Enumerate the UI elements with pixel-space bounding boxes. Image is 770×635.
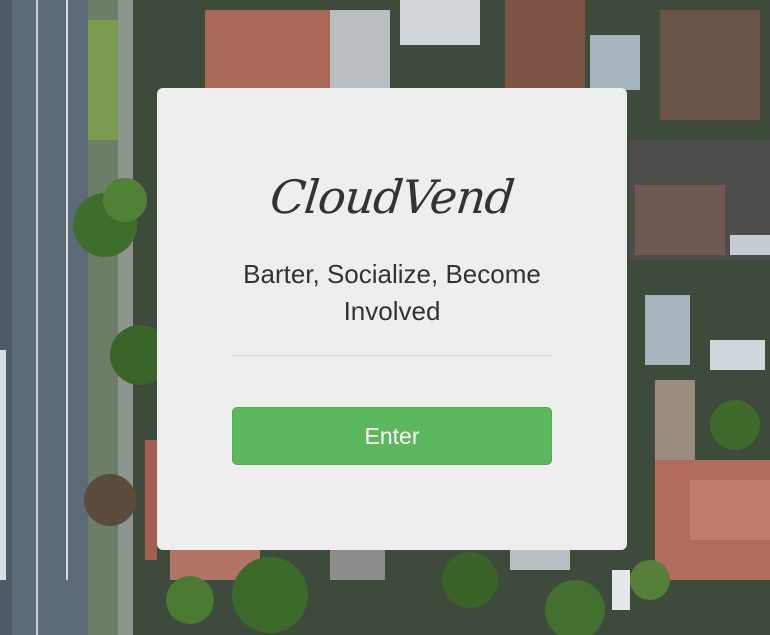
- tagline-text: Barter, Socialize, Become Involved: [243, 259, 541, 326]
- divider: [232, 355, 552, 356]
- brand-title: CloudVend: [267, 170, 517, 224]
- landing-card: CloudVend Barter, Socialize, Become Invo…: [157, 88, 627, 550]
- enter-button[interactable]: Enter: [232, 407, 552, 465]
